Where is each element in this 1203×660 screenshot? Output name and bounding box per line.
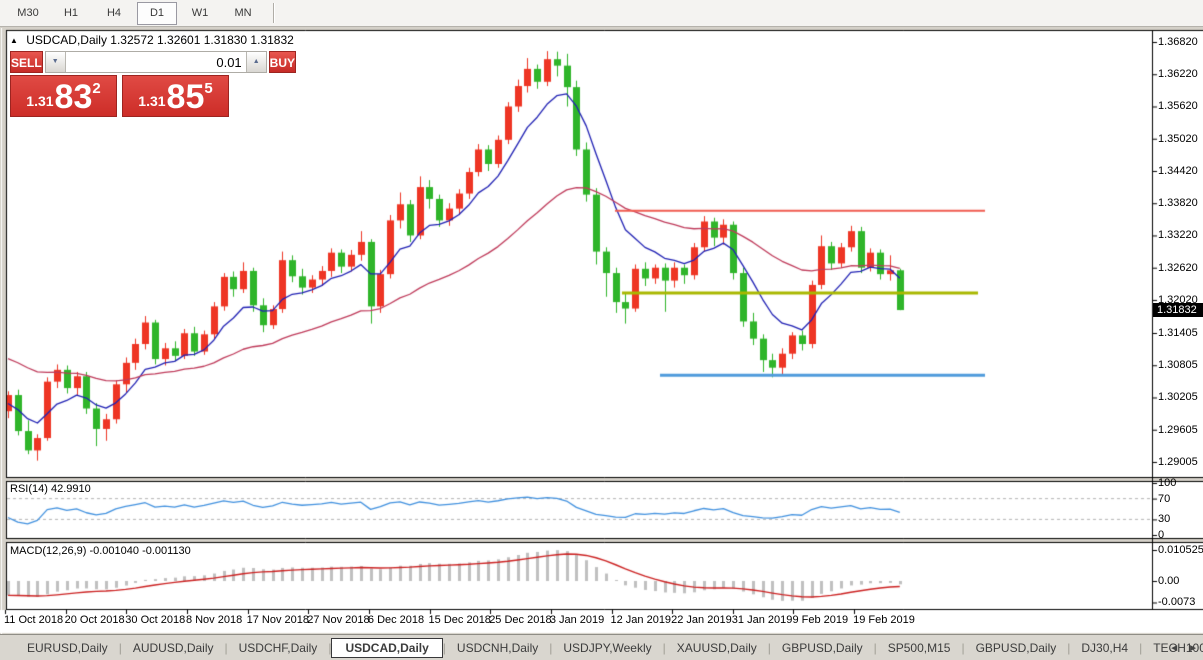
timeframe-button-w1[interactable]: W1 bbox=[180, 2, 220, 25]
tab-gbpusd-daily[interactable]: GBPUSD,Daily bbox=[771, 638, 874, 658]
date-axis-label: 22 Jan 2019 bbox=[671, 614, 732, 626]
tab-sp500-m15[interactable]: SP500,M15 bbox=[877, 638, 962, 658]
date-axis-label: 8 Nov 2018 bbox=[186, 614, 242, 626]
date-axis-label: 9 Feb 2019 bbox=[792, 614, 848, 626]
chart-canvas[interactable] bbox=[0, 28, 1203, 634]
macd-axis-label: 0.00 bbox=[1158, 575, 1179, 587]
buy-price-pips: 85 bbox=[167, 82, 205, 113]
date-axis-label: 3 Jan 2019 bbox=[550, 614, 604, 626]
sell-button[interactable]: SELL bbox=[10, 51, 43, 73]
date-axis-label: 31 Jan 2019 bbox=[732, 614, 793, 626]
chart-tabs: EURUSD,Daily|AUDUSD,Daily|USDCHF,Daily|U… bbox=[16, 638, 1203, 658]
macd-axis-label: 0.010525 bbox=[1158, 544, 1203, 556]
price-axis-label: 1.29605 bbox=[1158, 424, 1198, 436]
timeframe-button-m30[interactable]: M30 bbox=[8, 2, 48, 25]
date-axis-label: 6 Dec 2018 bbox=[368, 614, 424, 626]
tab-scroll-left-icon[interactable]: ◄ bbox=[1169, 643, 1179, 654]
sell-price-whole: 1.31 bbox=[26, 93, 53, 109]
tab-usdchf-daily[interactable]: USDCHF,Daily bbox=[228, 638, 329, 658]
price-axis-label: 1.36820 bbox=[1158, 36, 1198, 48]
timeframe-button-d1[interactable]: D1 bbox=[137, 2, 177, 25]
rsi-axis-label: 0 bbox=[1158, 529, 1164, 541]
price-axis-label: 1.35020 bbox=[1158, 133, 1198, 145]
price-axis-label: 1.33820 bbox=[1158, 197, 1198, 209]
sell-price-pips: 83 bbox=[55, 82, 93, 113]
timeframe-button-h4[interactable]: H4 bbox=[94, 2, 134, 25]
sell-price-panel[interactable]: 1.31 83 2 bbox=[10, 75, 117, 117]
date-axis-label: 17 Nov 2018 bbox=[247, 614, 309, 626]
one-click-trade-widget: SELL ▼ ▲ BUY 1.31 83 2 1.31 85 5 bbox=[10, 51, 229, 117]
tab-usdcnh-daily[interactable]: USDCNH,Daily bbox=[446, 638, 549, 658]
macd-axis-label: -0.0073 bbox=[1158, 596, 1195, 608]
chart-symbol-title: USDCAD,Daily bbox=[26, 33, 107, 47]
date-axis-label: 25 Dec 2018 bbox=[489, 614, 551, 626]
volume-decrease-icon[interactable]: ▼ bbox=[46, 52, 66, 72]
timeframe-button-h1[interactable]: H1 bbox=[51, 2, 91, 25]
tab-usdjpy-weekly[interactable]: USDJPY,Weekly bbox=[552, 638, 662, 658]
date-axis-label: 11 Oct 2018 bbox=[4, 614, 63, 626]
rsi-indicator-label: RSI(14) 42.9910 bbox=[10, 483, 91, 495]
date-axis-label: 15 Dec 2018 bbox=[429, 614, 491, 626]
date-axis-label: 27 Nov 2018 bbox=[307, 614, 369, 626]
tab-scroll-controls: ◄ ► bbox=[1169, 635, 1198, 660]
chart-title: ▲ USDCAD,Daily 1.32572 1.32601 1.31830 1… bbox=[10, 33, 294, 47]
buy-price-whole: 1.31 bbox=[138, 93, 165, 109]
date-axis-label: 12 Jan 2019 bbox=[611, 614, 672, 626]
buy-price-point: 5 bbox=[204, 80, 212, 97]
rsi-axis-label: 30 bbox=[1158, 513, 1170, 525]
timeframe-button-mn[interactable]: MN bbox=[223, 2, 263, 25]
volume-stepper: ▼ ▲ bbox=[45, 51, 267, 73]
date-axis-label: 20 Oct 2018 bbox=[65, 614, 125, 626]
price-axis-label: 1.30205 bbox=[1158, 391, 1198, 403]
tab-usdcad-daily[interactable]: USDCAD,Daily bbox=[331, 638, 442, 658]
price-axis-label: 1.34420 bbox=[1158, 165, 1198, 177]
tab-xauusd-daily[interactable]: XAUUSD,Daily bbox=[666, 638, 768, 658]
collapse-arrow-icon[interactable]: ▲ bbox=[10, 36, 18, 45]
buy-button[interactable]: BUY bbox=[269, 51, 296, 73]
tab-scroll-right-icon[interactable]: ► bbox=[1188, 643, 1198, 654]
current-price-tag: 1.31832 bbox=[1153, 303, 1203, 317]
price-axis-label: 1.31405 bbox=[1158, 327, 1198, 339]
tab-dj30-h4[interactable]: DJ30,H4 bbox=[1070, 638, 1139, 658]
tab-gbpusd-daily[interactable]: GBPUSD,Daily bbox=[965, 638, 1068, 658]
price-axis-label: 1.30805 bbox=[1158, 359, 1198, 371]
sell-price-point: 2 bbox=[92, 80, 100, 97]
date-axis-label: 19 Feb 2019 bbox=[853, 614, 915, 626]
volume-increase-icon[interactable]: ▲ bbox=[246, 52, 266, 72]
buy-price-panel[interactable]: 1.31 85 5 bbox=[122, 75, 229, 117]
price-axis-label: 1.35620 bbox=[1158, 100, 1198, 112]
timeframe-toolbar: M30H1H4D1W1MN bbox=[0, 0, 1203, 27]
toolbar-divider bbox=[273, 3, 275, 23]
rsi-axis-label: 70 bbox=[1158, 493, 1170, 505]
price-axis-label: 1.32620 bbox=[1158, 262, 1198, 274]
tab-eurusd-daily[interactable]: EURUSD,Daily bbox=[16, 638, 119, 658]
chart-tab-bar: EURUSD,Daily|AUDUSD,Daily|USDCHF,Daily|U… bbox=[0, 634, 1203, 660]
price-axis-label: 1.33220 bbox=[1158, 229, 1198, 241]
price-axis-label: 1.29005 bbox=[1158, 456, 1198, 468]
trading-terminal-window: M30H1H4D1W1MN ▲ USDCAD,Daily 1.32572 1.3… bbox=[0, 0, 1203, 660]
price-axis-label: 1.36220 bbox=[1158, 68, 1198, 80]
tab-audusd-daily[interactable]: AUDUSD,Daily bbox=[122, 638, 225, 658]
chart-ohlc-values: 1.32572 1.32601 1.31830 1.31832 bbox=[110, 33, 294, 47]
date-axis-label: 30 Oct 2018 bbox=[125, 614, 185, 626]
rsi-axis-label: 100 bbox=[1158, 477, 1176, 489]
volume-input[interactable] bbox=[66, 52, 246, 72]
macd-indicator-label: MACD(12,26,9) -0.001040 -0.001130 bbox=[10, 545, 191, 557]
